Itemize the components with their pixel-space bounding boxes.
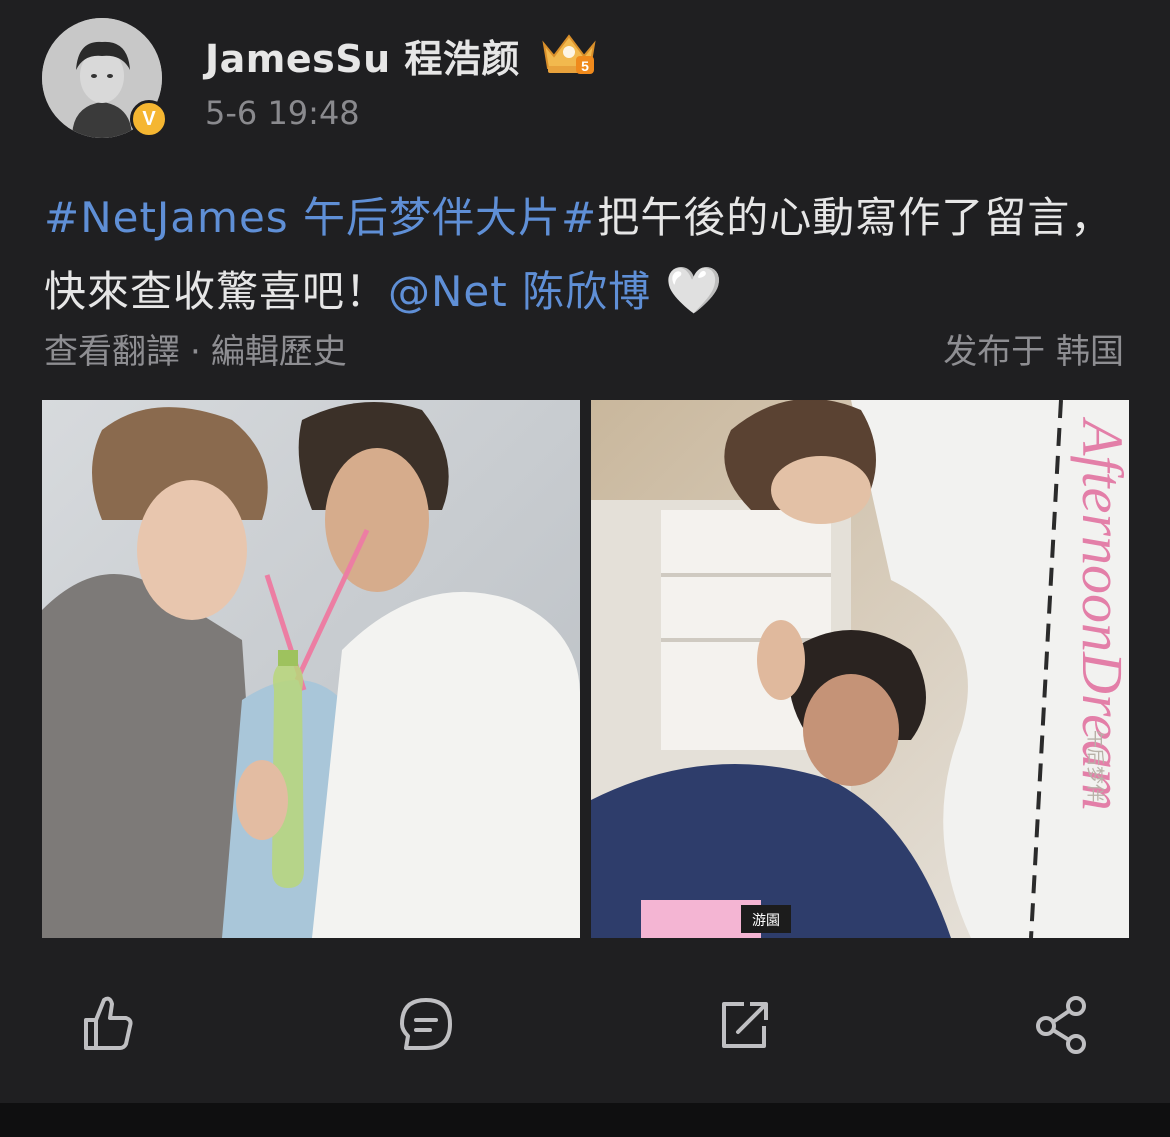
edit-history-link[interactable]: 編輯歷史 (211, 332, 347, 372)
verified-badge-icon: V (130, 100, 168, 138)
author-name[interactable]: JamesSu 程浩颜 (205, 28, 520, 83)
share-button[interactable] (1032, 990, 1092, 1056)
action-bar (0, 990, 1170, 1070)
location-label: 发布于 韩国 (943, 332, 1124, 372)
repost-icon (722, 1002, 768, 1048)
crown-level: 5 (581, 58, 589, 74)
thumbs-up-icon (84, 996, 133, 1050)
comment-icon (400, 998, 452, 1050)
share-icon (1036, 996, 1086, 1054)
topic-link[interactable]: #NetJames 午后梦伴大片# (44, 193, 597, 242)
comment-button[interactable] (396, 990, 456, 1056)
bottom-bar (0, 1103, 1170, 1137)
heart-emoji-icon: 🤍 (665, 263, 724, 317)
meta-separator: · (190, 332, 201, 372)
photo-2-badge-text: 游園 (752, 913, 780, 929)
like-button[interactable] (78, 990, 138, 1056)
weibo-post: V JamesSu 程浩颜 5 5-6 19:48 #NetJames 午后梦伴… (0, 0, 1170, 1100)
mention-link[interactable]: @Net 陈欣博 (388, 267, 651, 316)
photo-2-overlay-subtext: 午后梦伴 (1084, 730, 1105, 802)
post-content: #NetJames 午后梦伴大片#把午後的心動寫作了留言，快來查收驚喜吧！@Ne… (44, 182, 1134, 328)
photo-1[interactable] (42, 400, 580, 938)
post-meta: 查看翻譯 · 編輯歷史 (44, 324, 347, 373)
crown-icon[interactable]: 5 (540, 30, 598, 76)
photo-1-image (42, 400, 580, 938)
post-timestamp: 5-6 19:48 (205, 94, 360, 132)
repost-button[interactable] (714, 990, 774, 1056)
translate-link[interactable]: 查看翻譯 (44, 332, 180, 372)
photo-2[interactable]: 游園 AfternoonDream 午后梦伴 (591, 400, 1129, 938)
photo-2-image: 游園 AfternoonDream 午后梦伴 (591, 400, 1129, 938)
